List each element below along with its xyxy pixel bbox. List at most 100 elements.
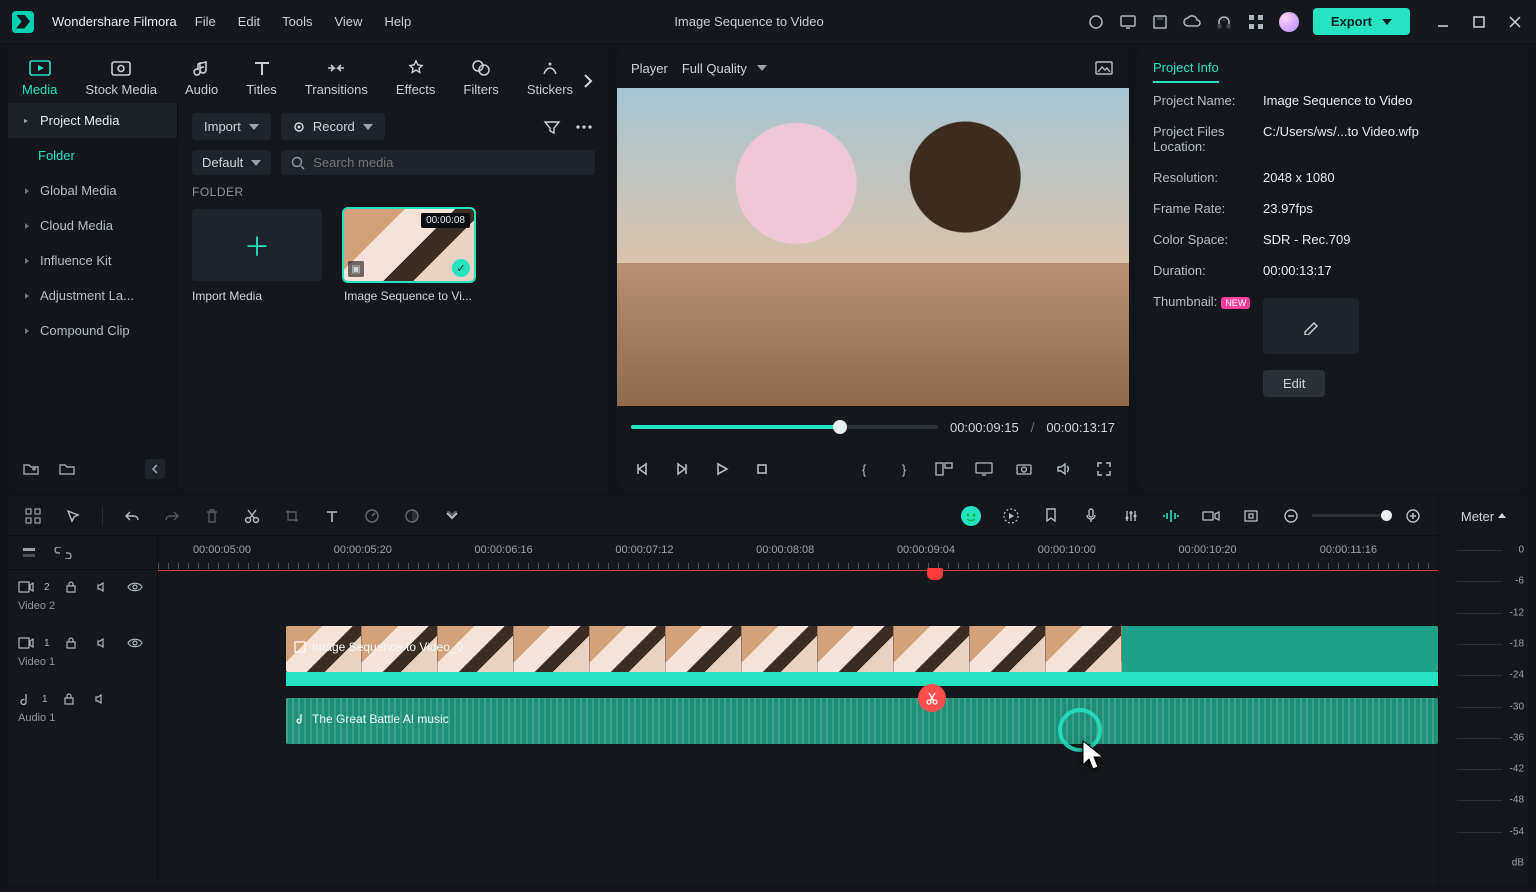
- select-tool-icon[interactable]: [62, 505, 84, 527]
- track-header-audio1[interactable]: 1 Audio 1: [8, 682, 157, 730]
- tab-stock-media[interactable]: Stock Media: [85, 58, 157, 103]
- camera-icon[interactable]: [1013, 458, 1035, 480]
- sidebar-folder[interactable]: Folder: [8, 138, 177, 173]
- progress-slider[interactable]: [631, 425, 938, 429]
- arrange-icon[interactable]: [22, 505, 44, 527]
- record-icon[interactable]: [1087, 13, 1105, 31]
- lock-icon[interactable]: [58, 688, 80, 710]
- marker-icon[interactable]: [1040, 505, 1062, 527]
- sort-button[interactable]: Default: [192, 150, 271, 175]
- redo-icon[interactable]: [161, 505, 183, 527]
- sidebar-compound-clip[interactable]: Compound Clip: [8, 313, 177, 348]
- fullscreen-icon[interactable]: [1093, 458, 1115, 480]
- tab-transitions[interactable]: Transitions: [305, 58, 368, 103]
- text-tool-icon[interactable]: [321, 505, 343, 527]
- tab-titles[interactable]: Titles: [246, 58, 277, 103]
- window-minimize-icon[interactable]: [1434, 13, 1452, 31]
- audio-clip[interactable]: The Great Battle AI music: [286, 698, 1438, 744]
- tabs-scroll-right-icon[interactable]: [577, 70, 599, 92]
- video-preview[interactable]: [617, 88, 1129, 406]
- render-preview-icon[interactable]: [1000, 505, 1022, 527]
- sidebar-adjustment-layer[interactable]: Adjustment La...: [8, 278, 177, 313]
- split-at-playhead-icon[interactable]: [918, 684, 946, 712]
- mark-in-icon[interactable]: {: [853, 458, 875, 480]
- split-tool-icon[interactable]: [241, 505, 263, 527]
- visibility-icon[interactable]: [124, 632, 146, 654]
- tab-stickers[interactable]: Stickers: [527, 58, 573, 103]
- filter-icon[interactable]: [541, 116, 563, 138]
- thumbnail-edit-box[interactable]: [1263, 298, 1359, 354]
- new-folder-icon[interactable]: [20, 458, 42, 480]
- player-quality-select[interactable]: Full Quality: [682, 61, 767, 76]
- play-icon[interactable]: [711, 458, 733, 480]
- volume-icon[interactable]: [1053, 458, 1075, 480]
- auto-ripple-icon[interactable]: [1160, 505, 1182, 527]
- undo-icon[interactable]: [121, 505, 143, 527]
- lock-icon[interactable]: [60, 632, 82, 654]
- sidebar-influence-kit[interactable]: Influence Kit: [8, 243, 177, 278]
- export-button[interactable]: Export: [1313, 8, 1410, 35]
- mixer-icon[interactable]: [1120, 505, 1142, 527]
- track-header-video1[interactable]: 1 Video 1: [8, 618, 157, 682]
- display-icon[interactable]: [973, 458, 995, 480]
- cloud-icon[interactable]: [1183, 13, 1201, 31]
- menu-view[interactable]: View: [334, 14, 362, 29]
- media-clip-tile[interactable]: 00:00:08 ▣ ✓: [344, 209, 474, 281]
- voiceover-icon[interactable]: [1080, 505, 1102, 527]
- mark-out-icon[interactable]: }: [893, 458, 915, 480]
- zoom-slider[interactable]: [1312, 514, 1392, 517]
- more-tools-icon[interactable]: [441, 505, 463, 527]
- crop-icon[interactable]: [281, 505, 303, 527]
- fit-zoom-icon[interactable]: [1240, 505, 1262, 527]
- tab-media[interactable]: Media: [22, 58, 57, 103]
- track-header-video2[interactable]: 2 Video 2: [8, 570, 157, 618]
- zoom-out-icon[interactable]: [1280, 505, 1302, 527]
- snapshot-frame-icon[interactable]: [1093, 57, 1115, 79]
- track-manage-icon[interactable]: [18, 542, 40, 564]
- prev-frame-icon[interactable]: [631, 458, 653, 480]
- tab-effects[interactable]: Effects: [396, 58, 436, 103]
- ai-tools-icon[interactable]: [960, 505, 982, 527]
- adjust-timeline-icon[interactable]: [1200, 505, 1222, 527]
- more-icon[interactable]: [573, 116, 595, 138]
- edit-button[interactable]: Edit: [1263, 370, 1325, 397]
- mute-icon[interactable]: [90, 688, 112, 710]
- import-button[interactable]: Import: [192, 113, 271, 140]
- tab-filters[interactable]: Filters: [463, 58, 498, 103]
- menu-help[interactable]: Help: [384, 14, 411, 29]
- stop-icon[interactable]: [751, 458, 773, 480]
- project-info-tab[interactable]: Project Info: [1153, 60, 1219, 83]
- save-icon[interactable]: [1151, 13, 1169, 31]
- import-media-tile[interactable]: ＋: [192, 209, 322, 281]
- window-close-icon[interactable]: [1506, 13, 1524, 31]
- video-clip[interactable]: Image Sequence to Video_0: [286, 626, 1438, 672]
- lock-icon[interactable]: [60, 576, 82, 598]
- sidebar-global-media[interactable]: Global Media: [8, 173, 177, 208]
- monitor-icon[interactable]: [1119, 13, 1137, 31]
- tab-audio[interactable]: Audio: [185, 58, 218, 103]
- sidebar-cloud-media[interactable]: Cloud Media: [8, 208, 177, 243]
- delete-icon[interactable]: [201, 505, 223, 527]
- user-avatar[interactable]: [1279, 12, 1299, 32]
- mute-icon[interactable]: [92, 576, 114, 598]
- meter-header[interactable]: Meter: [1439, 496, 1528, 536]
- record-button[interactable]: Record: [281, 113, 385, 140]
- search-input[interactable]: [281, 150, 595, 175]
- speed-icon[interactable]: [361, 505, 383, 527]
- menu-file[interactable]: File: [195, 14, 216, 29]
- visibility-icon[interactable]: [124, 576, 146, 598]
- collapse-sidebar-icon[interactable]: [145, 459, 165, 479]
- window-maximize-icon[interactable]: [1470, 13, 1488, 31]
- link-icon[interactable]: [52, 542, 74, 564]
- apps-icon[interactable]: [1247, 13, 1265, 31]
- video-clip-audio-lane[interactable]: [286, 672, 1438, 686]
- search-field[interactable]: [313, 155, 585, 170]
- headphones-icon[interactable]: [1215, 13, 1233, 31]
- sidebar-project-media[interactable]: Project Media: [8, 103, 177, 138]
- menu-tools[interactable]: Tools: [282, 14, 312, 29]
- zoom-in-icon[interactable]: [1402, 505, 1424, 527]
- mute-icon[interactable]: [92, 632, 114, 654]
- color-icon[interactable]: [401, 505, 423, 527]
- layout-icon[interactable]: [933, 458, 955, 480]
- timeline-ruler[interactable]: 00:00:05:00 00:00:05:20 00:00:06:16 00:0…: [158, 536, 1438, 570]
